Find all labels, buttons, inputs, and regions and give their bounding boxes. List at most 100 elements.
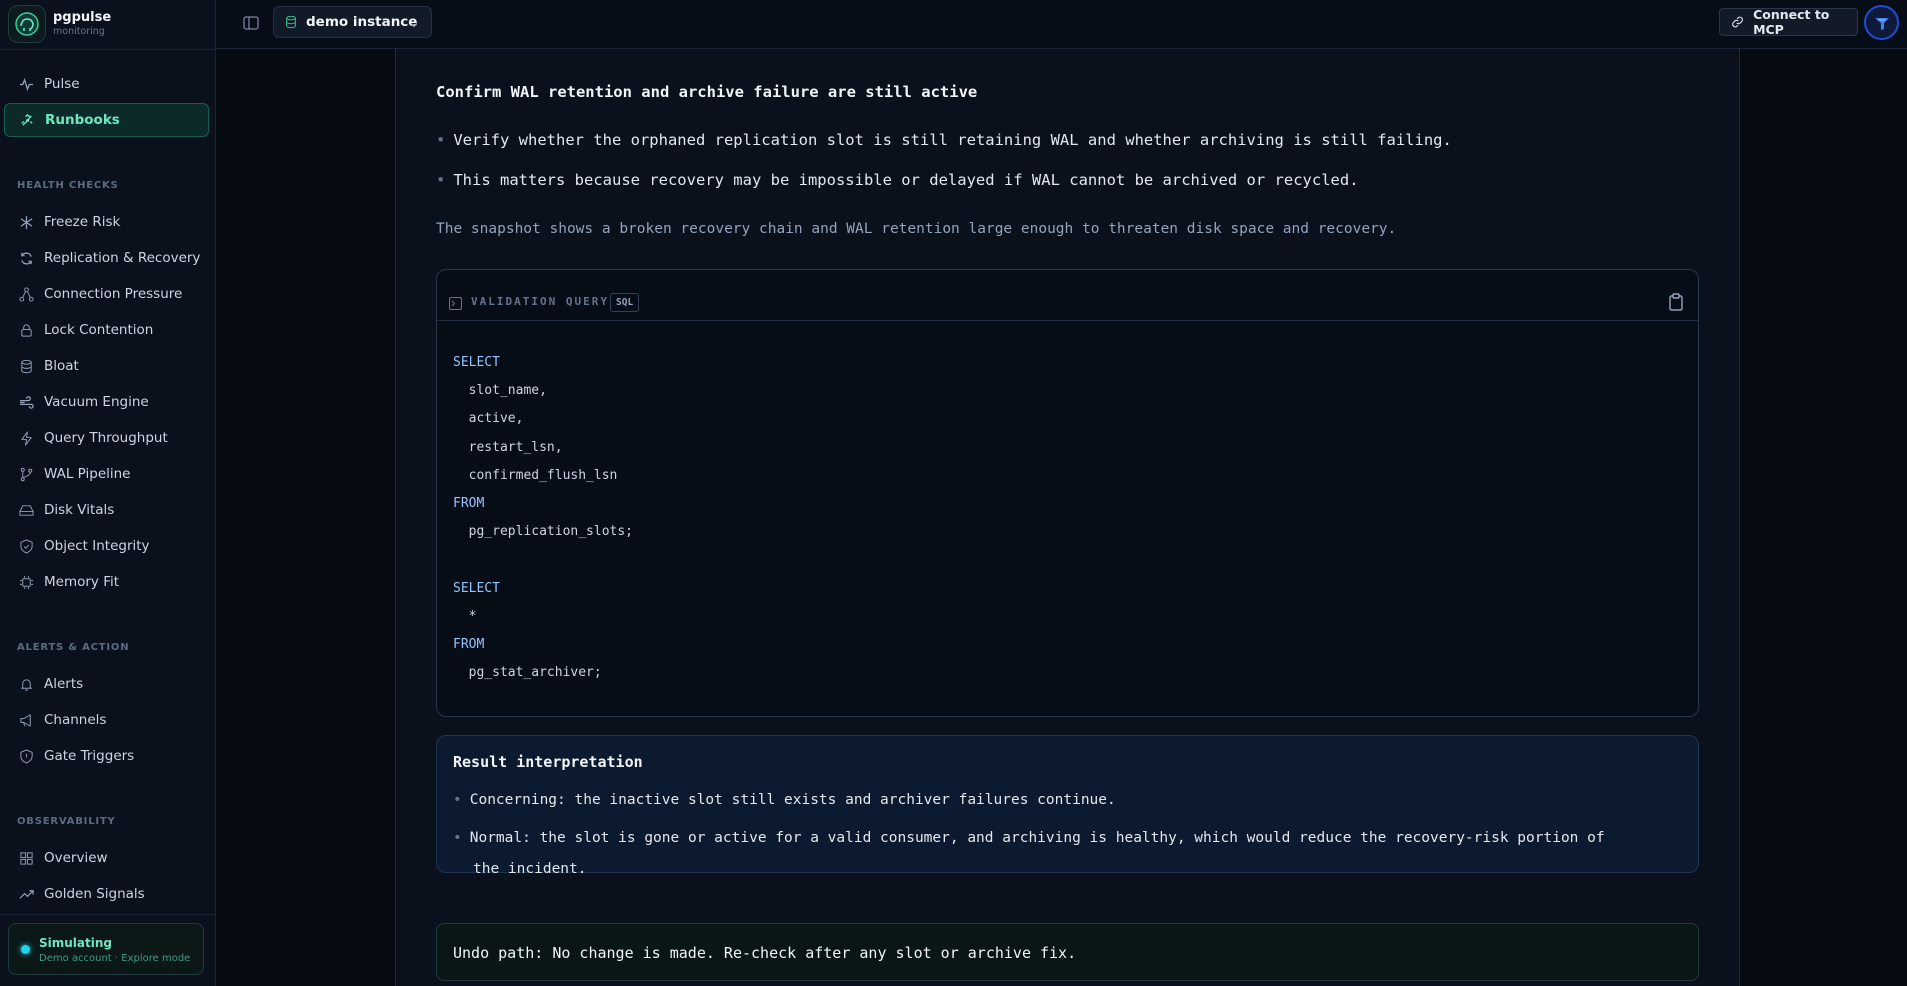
sidebar-item-wal-pipeline[interactable]: WAL Pipeline xyxy=(4,457,209,491)
code-line: active, xyxy=(453,411,524,427)
sidebar-item-channels[interactable]: Channels xyxy=(4,703,209,737)
code-line: slot_name, xyxy=(453,383,547,399)
sidebar-item-label: WAL Pipeline xyxy=(44,466,131,482)
query-label: VALIDATION QUERY xyxy=(471,295,609,308)
sidebar-item-vacuum-engine[interactable]: Vacuum Engine xyxy=(4,385,209,419)
validation-query-card: VALIDATION QUERY SQL SELECT slot_name, a… xyxy=(436,269,1699,717)
pulse-icon xyxy=(17,75,35,93)
bullet-dot: • xyxy=(453,792,462,808)
sidebar-item-label: Memory Fit xyxy=(44,574,120,590)
brand[interactable]: pgpulse monitoring xyxy=(8,5,111,43)
lock-icon xyxy=(17,321,35,339)
network-icon xyxy=(17,285,35,303)
sidebar-item-alerts[interactable]: Alerts xyxy=(4,667,209,701)
sidebar-item-label: Golden Signals xyxy=(44,886,145,902)
step-note: The snapshot shows a broken recovery cha… xyxy=(436,221,1397,237)
bullet-dot: • xyxy=(436,171,446,189)
language-badge: SQL xyxy=(610,293,640,312)
sidebar-item-label: Overview xyxy=(44,850,108,866)
sidebar-toggle-icon[interactable] xyxy=(242,14,260,32)
code-line: SELECT xyxy=(453,580,500,596)
simulation-title: Simulating xyxy=(39,936,112,950)
sidebar-item-golden-signals[interactable]: Golden Signals xyxy=(4,877,209,911)
cpu-icon xyxy=(17,573,35,591)
sidebar-item-connection-pressure[interactable]: Connection Pressure xyxy=(4,277,209,311)
interpretation-title: Result interpretation xyxy=(453,753,643,771)
shield-icon xyxy=(17,747,35,765)
grid-icon xyxy=(17,849,35,867)
sidebar-item-label: Object Integrity xyxy=(44,538,150,554)
result-interpretation-card: Result interpretation • Concerning: the … xyxy=(436,735,1699,877)
query-header: VALIDATION QUERY SQL xyxy=(437,270,1698,321)
runbook-step-panel: Confirm WAL retention and archive failur… xyxy=(395,49,1740,986)
bullet-dot: • xyxy=(453,830,462,846)
refresh-icon xyxy=(17,249,35,267)
sidebar-item-label: Gate Triggers xyxy=(44,748,135,764)
code-line: confirmed_flush_lsn xyxy=(453,467,618,483)
trending-up-icon xyxy=(17,885,35,903)
sidebar-item-memory-fit[interactable]: Memory Fit xyxy=(4,565,209,599)
snowflake-icon xyxy=(17,213,35,231)
divider xyxy=(0,914,215,915)
avatar[interactable] xyxy=(1864,5,1899,40)
sidebar-item-label: Lock Contention xyxy=(44,322,154,338)
bullet-text: Verify whether the orphaned replication … xyxy=(453,131,1452,149)
sidebar-item-object-integrity[interactable]: Object Integrity xyxy=(4,529,209,563)
database-icon xyxy=(17,357,35,375)
list-item: • This matters because recovery may be i… xyxy=(436,171,1359,189)
hard-drive-icon xyxy=(17,501,35,519)
sidebar-item-bloat[interactable]: Bloat xyxy=(4,349,209,383)
sidebar-item-replication-recovery[interactable]: Replication & Recovery xyxy=(4,241,209,275)
sidebar-item-query-throughput[interactable]: Query Throughput xyxy=(4,421,209,455)
list-item: • Normal: the slot is gone or active for… xyxy=(453,830,1605,846)
divider xyxy=(0,49,215,50)
sidebar-item-label: Query Throughput xyxy=(44,430,168,446)
sidebar-item-label: Connection Pressure xyxy=(44,286,183,302)
sidebar-item-label: Replication & Recovery xyxy=(44,250,201,266)
sidebar-item-disk-vitals[interactable]: Disk Vitals xyxy=(4,493,209,527)
list-item: • Verify whether the orphaned replicatio… xyxy=(436,131,1452,149)
chevron-down-icon xyxy=(409,18,419,28)
brand-subtitle: monitoring xyxy=(53,26,105,37)
connect-mcp-label: Connect to MCP xyxy=(1753,7,1830,37)
clipboard-icon[interactable] xyxy=(1668,293,1684,311)
terminal-icon xyxy=(449,295,462,310)
code-line: pg_replication_slots; xyxy=(453,524,634,540)
step-title: Confirm WAL retention and archive failur… xyxy=(436,83,978,101)
runbooks-icon xyxy=(18,111,36,129)
sidebar-item-label: Vacuum Engine xyxy=(44,394,149,410)
sidebar-item-gate-triggers[interactable]: Gate Triggers xyxy=(4,739,209,773)
shield-check-icon xyxy=(17,537,35,555)
code-line: FROM xyxy=(453,637,485,652)
sidebar-item-runbooks[interactable]: Runbooks xyxy=(4,103,209,137)
megaphone-icon xyxy=(17,711,35,729)
user-avatar-icon xyxy=(1874,17,1889,30)
sidebar-item-overview[interactable]: Overview xyxy=(4,841,209,875)
interpretation-text: Normal: the slot is gone or active for a… xyxy=(469,830,1605,846)
sidebar-item-pulse[interactable]: Pulse xyxy=(4,67,209,101)
instance-select-label: demo instance xyxy=(306,14,418,30)
list-item: • Concerning: the inactive slot still ex… xyxy=(453,792,1116,808)
database-icon xyxy=(284,15,298,29)
code-line: SELECT xyxy=(453,355,500,370)
code-line: * xyxy=(453,608,477,624)
code-line: restart_lsn, xyxy=(453,439,563,455)
sidebar-item-label: Channels xyxy=(44,712,107,728)
section-label-observability: OBSERVABILITY xyxy=(17,816,116,827)
sidebar-item-label: Pulse xyxy=(44,76,80,92)
sidebar-item-freeze-risk[interactable]: Freeze Risk xyxy=(4,205,209,239)
sidebar-item-label: Alerts xyxy=(44,676,84,692)
sidebar-item-label: Bloat xyxy=(44,358,79,374)
section-label-health-checks: HEALTH CHECKS xyxy=(17,180,119,191)
code-line: FROM xyxy=(453,496,485,511)
git-branch-icon xyxy=(17,465,35,483)
simulation-subtitle: Demo account · Explore mode xyxy=(39,953,191,964)
sidebar-item-label: Runbooks xyxy=(45,112,120,128)
simulation-status[interactable]: Simulating Demo account · Explore mode xyxy=(8,923,204,975)
sidebar-item-lock-contention[interactable]: Lock Contention xyxy=(4,313,209,347)
instance-select[interactable]: demo instance xyxy=(273,6,432,38)
connect-mcp-button[interactable]: Connect to MCP xyxy=(1719,7,1858,37)
zap-icon xyxy=(17,429,35,447)
interpretation-text: Concerning: the inactive slot still exis… xyxy=(469,792,1116,808)
sidebar: pgpulse monitoring Pulse Runbooks HEALTH… xyxy=(0,0,216,986)
